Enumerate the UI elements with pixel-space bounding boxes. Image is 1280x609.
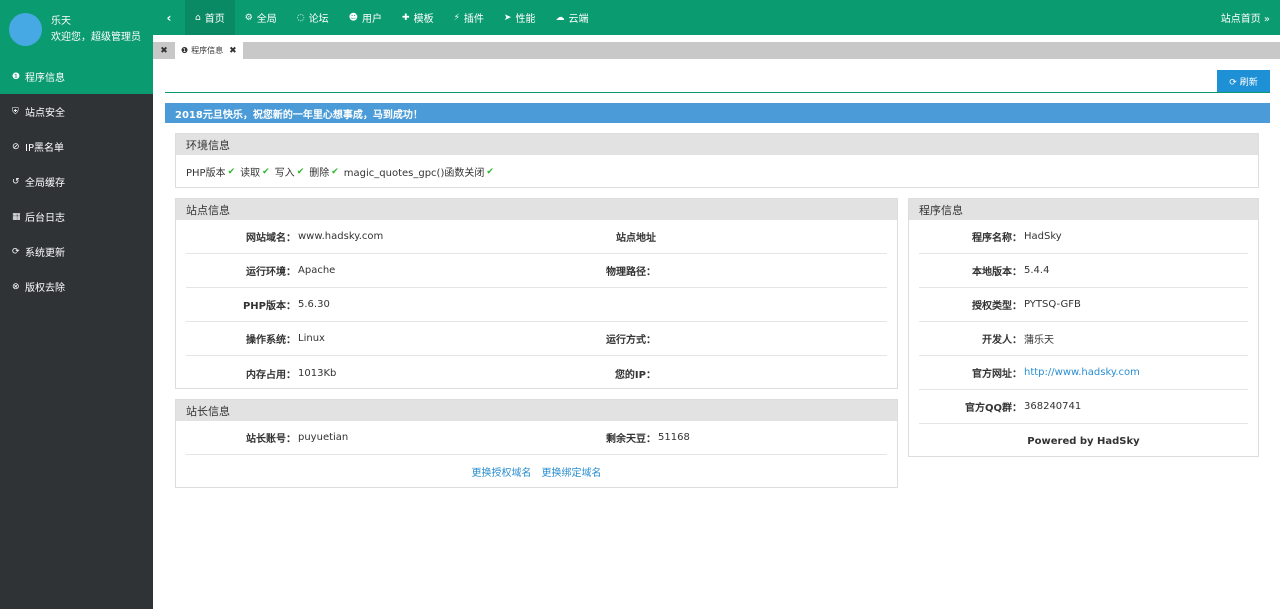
table-row: 官方网址： http://www.hadsky.com [919,356,1248,390]
history-icon: ↺ [12,176,20,187]
change-auth-domain-link[interactable]: 更换授权域名 [472,464,532,479]
site-home-link[interactable]: 站点首页 » [1221,10,1280,25]
nav-item-templates[interactable]: ✚ 模板 [392,0,444,35]
tab-program-info[interactable]: ❶ 程序信息 ✖ [175,42,243,59]
table-row: 授权类型： PYTSQ-GFB [919,288,1248,322]
send-icon: ➤ [503,12,512,23]
user-greeting: 欢迎您，超级管理员 [51,31,141,43]
env-panel: 环境信息 PHP版本 ✔ 读取 ✔ 写入 ✔ 删除 ✔ magic_quotes_gpc… [175,133,1259,188]
owner-info-panel: 站长信息 站长账号： puyuetian 剩余天豆： 51168 更换授权域名 更换… [175,399,898,488]
check-circle-icon: ✔ [486,166,494,177]
nav-item-label: 模板 [413,14,434,25]
nav-item-users[interactable]: ☻ 用户 [339,0,392,35]
nav-item-plugins[interactable]: ⚡ 插件 [444,0,494,35]
owner-links: 更换授权域名 更换绑定域名 [176,455,897,487]
puzzle-icon: ✚ [402,12,410,23]
chevron-left-icon[interactable]: ‹ [153,11,185,25]
nav-item-label: 插件 [463,14,484,25]
info-circle-icon: ❶ [181,46,189,55]
home-icon: ⌂ [195,12,201,23]
table-row: 内存占用： 1013Kb 您的IP： [246,367,656,381]
panel-title: 站点信息 [176,199,897,220]
site-info-panel: 站点信息 网站域名： www.hadsky.com 站点地址 运行环境： Apach… [175,198,898,389]
nav-item-home[interactable]: ⌂ 首页 [185,0,235,35]
sidebar-item-global-cache[interactable]: ↺ 全局缓存 [0,164,153,199]
sidebar-item-label: 全局缓存 [25,178,65,189]
users-icon: ☻ [348,12,359,23]
top-nav: ‹ ⌂ 首页 ⚙ 全局 ◌ 论坛 ☻ 用户 ✚ 模板 ⚡ 插件 ➤ 性能 ☁ 云… [153,0,1280,35]
sidebar-item-ip-blacklist[interactable]: ⊘ IP黑名单 [0,129,153,164]
nav-item-label: 用户 [362,14,383,25]
cogs-icon: ⚙ [244,12,253,23]
table-row: 程序名称： HadSky [919,220,1248,254]
nav-item-label: 论坛 [308,14,329,25]
panel-title: 环境信息 [176,134,1258,155]
plug-icon: ⚡ [453,12,460,23]
sidebar-item-label: 版权去除 [25,283,65,294]
sidebar-item-label: 后台日志 [25,213,65,224]
nav-item-cloud[interactable]: ☁ 云端 [545,0,598,35]
nav-item-label: 性能 [515,14,536,25]
tab-label: 程序信息 [191,46,224,55]
info-circle-icon: ❶ [12,71,21,82]
refresh-button[interactable]: ⟳ 刷新 [1217,70,1270,92]
sidebar-item-system-update[interactable]: ⟳ 系统更新 [0,234,153,269]
check-circle-icon: ✔ [331,166,339,177]
sidebar-item-site-security[interactable]: ⛨ 站点安全 [0,94,153,129]
nav-item-performance[interactable]: ➤ 性能 [494,0,546,35]
sidebar-item-label: 站点安全 [25,108,65,119]
program-info-panel: 程序信息 程序名称： HadSky 本地版本： 5.4.4 授权类型： PYTSQ-G… [908,198,1259,457]
comments-icon: ◌ [296,12,305,23]
sidebar-item-label: 程序信息 [25,73,65,84]
table-row: PHP版本： 5.6.30 [186,288,887,322]
times-circle-icon: ⊗ [12,281,20,292]
calendar-icon: ▦ [12,211,21,222]
sidebar-item-label: IP黑名单 [25,143,64,154]
user-name: 乐天 [51,15,71,27]
sidebar: 乐天 欢迎您，超级管理员 ❶ 程序信息 ⛨ 站点安全 ⊘ IP黑名单 ↺ 全局缓… [0,0,153,609]
notice-banner: 2018元旦快乐，祝您新的一年里心想事成，马到成功！ [165,103,1270,123]
table-row: 开发人： 蒲乐天 [919,322,1248,356]
nav-item-label: 全局 [256,14,277,25]
table-row: 站长账号： puyuetian 剩余天豆： 51168 [186,421,887,455]
ban-icon: ⊘ [12,141,20,152]
sidebar-item-label: 系统更新 [25,248,65,259]
close-all-tabs-icon[interactable]: ✖ [153,42,175,59]
sidebar-item-program-info[interactable]: ❶ 程序信息 [0,59,153,94]
table-row: 网站域名： www.hadsky.com 站点地址 [186,220,887,254]
table-row: 本地版本： 5.4.4 [919,254,1248,288]
official-site-link[interactable]: http://www.hadsky.com [1022,367,1140,378]
change-bind-domain-link[interactable]: 更换绑定域名 [542,464,602,479]
nav-item-global[interactable]: ⚙ 全局 [235,0,287,35]
check-circle-icon: ✔ [296,166,305,177]
close-icon[interactable]: ✖ [229,46,237,56]
panel-title: 程序信息 [909,199,1258,220]
powered-by: Powered by HadSky [1027,435,1140,447]
nav-item-forum[interactable]: ◌ 论坛 [287,0,339,35]
nav-item-label: 首页 [204,14,225,25]
table-row: 运行环境： Apache 物理路径： [186,254,887,288]
tab-bar: ✖ ❶ 程序信息 ✖ [153,42,1280,59]
main-content: ⟳ 刷新 2018元旦快乐，祝您新的一年里心想事成，马到成功！ [165,60,1270,123]
env-checks: PHP版本 ✔ 读取 ✔ 写入 ✔ 删除 ✔ magic_quotes_gpc()函数关… [186,166,494,180]
sidebar-item-admin-log[interactable]: ▦ 后台日志 [0,199,153,234]
avatar[interactable] [9,13,42,46]
table-row: 操作系统： Linux 运行方式： [186,322,887,356]
user-box: 乐天 欢迎您，超级管理员 [0,0,153,59]
check-circle-icon: ✔ [227,166,236,177]
check-circle-icon: ✔ [262,166,270,177]
shield-icon: ⛨ [12,106,19,117]
sidebar-item-copyright-removal[interactable]: ⊗ 版权去除 [0,269,153,304]
nav-item-label: 云端 [568,14,589,25]
toolbar: ⟳ 刷新 [165,60,1270,93]
table-row: 官方QQ群： 368240741 [919,390,1248,424]
refresh-icon: ⟳ [12,246,20,257]
panel-title: 站长信息 [176,400,897,421]
cloud-icon: ☁ [555,12,565,23]
user-info: 乐天 欢迎您，超级管理员 [51,14,141,46]
